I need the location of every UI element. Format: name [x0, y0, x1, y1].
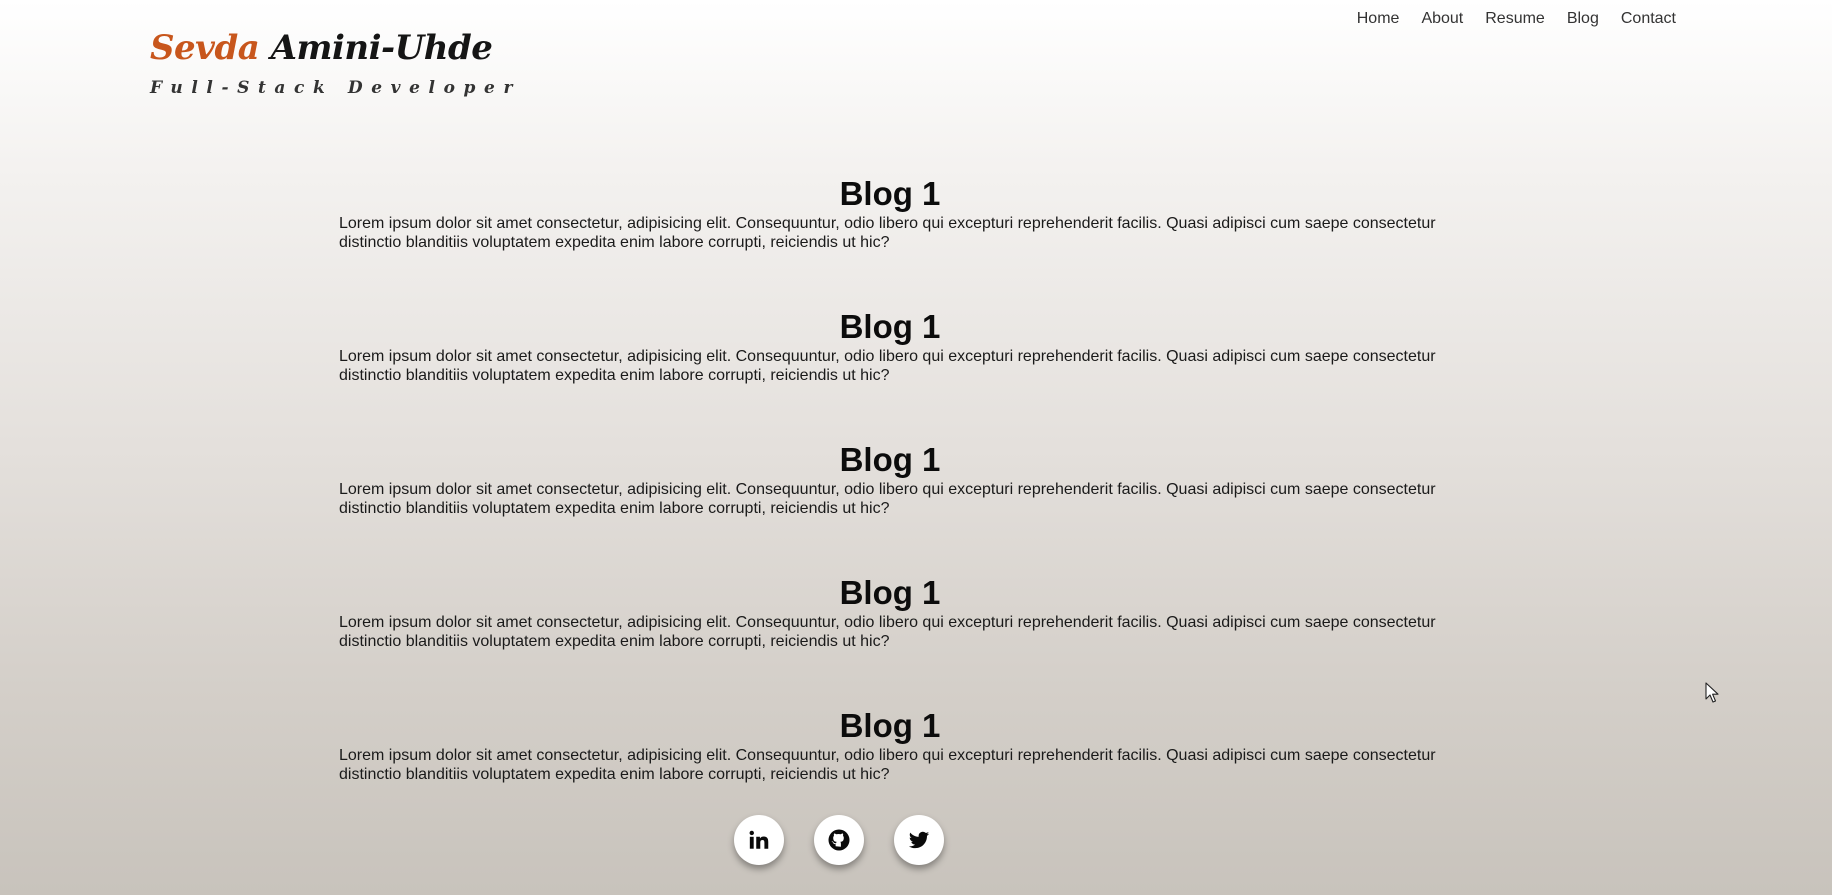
blog-post-body: Lorem ipsum dolor sit amet consectetur, … — [339, 348, 1436, 384]
linkedin-icon — [749, 830, 769, 849]
nav-resume[interactable]: Resume — [1485, 9, 1545, 29]
blog-post: Blog 1 Lorem ipsum dolor sit amet consec… — [339, 573, 1441, 706]
nav-contact[interactable]: Contact — [1621, 9, 1676, 29]
brand-name: Sevda Amini-Uhde — [150, 24, 521, 72]
blog-post-body: Lorem ipsum dolor sit amet consectetur, … — [339, 481, 1436, 517]
brand-subtitle: Full-Stack Developer — [150, 78, 522, 98]
twitter-button[interactable] — [894, 815, 944, 865]
blog-post-title: Blog 1 — [839, 441, 941, 478]
blog-post-title: Blog 1 — [839, 175, 941, 212]
brand-first-name: Sevda — [150, 28, 260, 68]
social-links — [734, 815, 944, 865]
twitter-icon — [908, 831, 930, 849]
nav-home[interactable]: Home — [1357, 9, 1400, 29]
blog-post-body: Lorem ipsum dolor sit amet consectetur, … — [339, 215, 1436, 251]
github-icon — [828, 829, 850, 851]
blog-post-title: Blog 1 — [839, 308, 941, 345]
brand-logo[interactable]: Sevda Amini-Uhde Full-Stack Developer — [150, 24, 521, 98]
linkedin-button[interactable] — [734, 815, 784, 865]
blog-post: Blog 1 Lorem ipsum dolor sit amet consec… — [339, 307, 1441, 440]
nav-blog[interactable]: Blog — [1567, 9, 1599, 29]
blog-list: Blog 1 Lorem ipsum dolor sit amet consec… — [339, 174, 1441, 839]
main-nav: Home About Resume Blog Contact — [1357, 9, 1676, 29]
blog-post-title: Blog 1 — [839, 574, 941, 611]
nav-about[interactable]: About — [1421, 9, 1463, 29]
blog-post: Blog 1 Lorem ipsum dolor sit amet consec… — [339, 440, 1441, 573]
blog-post: Blog 1 Lorem ipsum dolor sit amet consec… — [339, 174, 1441, 307]
brand-last-name: Amini-Uhde — [270, 28, 493, 68]
github-button[interactable] — [814, 815, 864, 865]
blog-post-body: Lorem ipsum dolor sit amet consectetur, … — [339, 747, 1436, 783]
mouse-cursor-icon — [1705, 682, 1719, 703]
blog-post-body: Lorem ipsum dolor sit amet consectetur, … — [339, 614, 1436, 650]
blog-post-title: Blog 1 — [839, 707, 941, 744]
